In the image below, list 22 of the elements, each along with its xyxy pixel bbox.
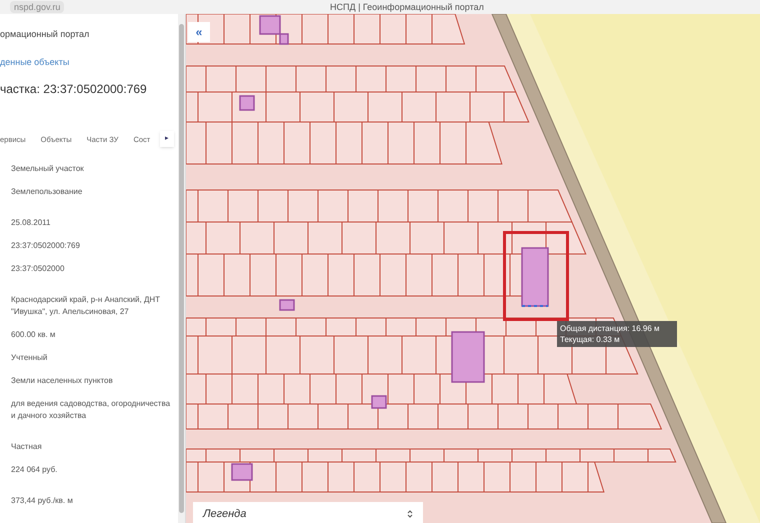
attribute-value: Краснодарский край, р-н Анапский, ДНТ "Ивушка", ул. Апельсиновая, 27 [11,294,162,318]
window-title: НСПД | Геоинформационный портал [330,1,484,13]
attribute-value: 25.08.2011 [11,217,52,229]
total-distance-text: Общая дистанция: 16.96 м [560,323,661,334]
legend-dropdown[interactable]: Легенда [193,502,423,523]
attribute-value: 23:37:0502000:769 [11,240,81,252]
attribute-value: 600.00 кв. м [11,329,56,341]
attribute-value: 224 064 руб. [11,464,58,476]
current-distance-text: Текущая: 0.33 м [560,334,621,345]
attribute-value: Земли населенных пунктов [11,375,114,387]
attribute-value: Частная [11,441,43,453]
collapse-button[interactable]: « [188,22,210,42]
objects-link[interactable]: денные объекты [0,56,178,69]
portal-title: ормационный портал [0,28,90,41]
parcel-heading: частка: 23:37:0502000:769 [0,81,148,98]
attribute-value: Землепользование [11,186,84,198]
updown-chevron-icon [407,509,413,519]
attribute-value: Земельный участок [11,163,85,175]
attribute-value: Учтенный [11,352,48,364]
attribute-value: для ведения садоводства, огородничества и дачного хозяйства [11,398,172,422]
attribute-value: 23:37:0502000 [11,263,66,275]
attribute-value: 373,44 руб./кв. м [11,495,74,507]
